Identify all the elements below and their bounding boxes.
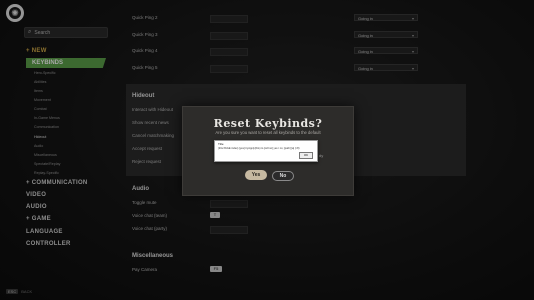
dialog-title: Reset Keybinds? [213,117,323,130]
alert-message: (this PAGE index) [yes] tryApply(this) t… [218,147,300,150]
alert-title: Title [218,142,224,146]
dialog-partial-text: dy [319,153,324,158]
alert-ok-button[interactable]: OK [299,152,313,159]
yes-button[interactable]: Yes [245,170,267,180]
dialog-message: Are you sure you want to reset all keybi… [215,130,321,135]
browser-alert-dialog: Title (this PAGE index) [yes] tryApply(t… [214,140,318,162]
no-button[interactable]: No [272,171,294,181]
